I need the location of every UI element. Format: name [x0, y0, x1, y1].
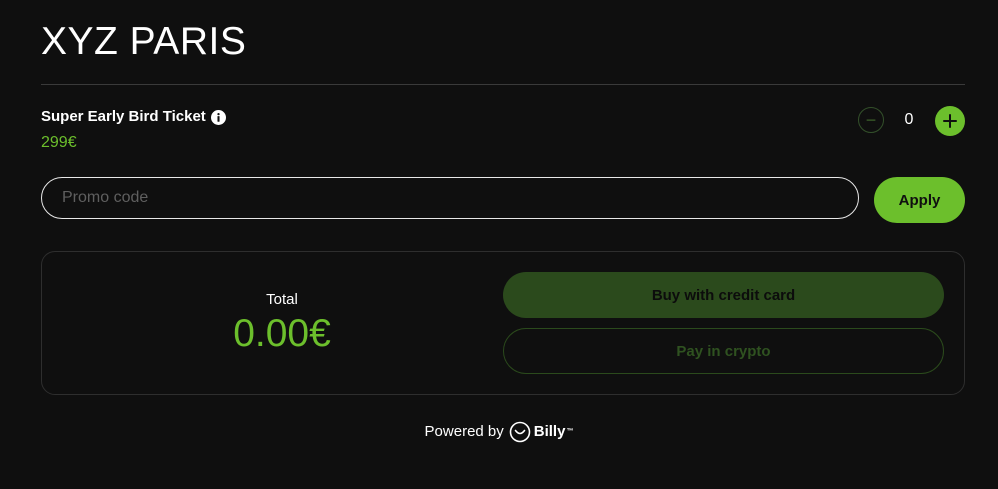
- header-divider: [41, 84, 965, 85]
- event-title: XYZ PARIS: [41, 20, 247, 63]
- trademark-mark: ™: [566, 428, 574, 435]
- info-icon[interactable]: [210, 109, 226, 125]
- total-amount: 0.00€: [233, 312, 331, 355]
- billy-logo[interactable]: Billy ™: [509, 421, 574, 443]
- quantity-value: 0: [904, 111, 914, 128]
- powered-by-footer: Powered by Billy ™: [0, 421, 998, 443]
- checkout-widget: XYZ PARIS Super Early Bird Ticket 299€ −…: [0, 0, 998, 489]
- ticket-price: 299€: [41, 134, 77, 151]
- quantity-increase-button[interactable]: [935, 106, 965, 136]
- minus-icon: −: [865, 110, 877, 130]
- quantity-decrease-button[interactable]: −: [858, 107, 884, 133]
- promo-code-input[interactable]: [41, 177, 859, 219]
- buy-with-credit-card-button[interactable]: Buy with credit card: [503, 272, 944, 318]
- pay-in-crypto-button[interactable]: Pay in crypto: [503, 328, 944, 374]
- powered-by-label: Powered by: [424, 423, 504, 440]
- plus-icon: [943, 114, 957, 128]
- apply-promo-button[interactable]: Apply: [874, 177, 965, 223]
- ticket-row-title: Super Early Bird Ticket: [41, 108, 226, 126]
- ticket-name: Super Early Bird Ticket: [41, 108, 206, 125]
- billy-smile-icon: [509, 421, 531, 443]
- billy-brand-name: Billy: [533, 423, 566, 440]
- total-label: Total: [266, 291, 298, 308]
